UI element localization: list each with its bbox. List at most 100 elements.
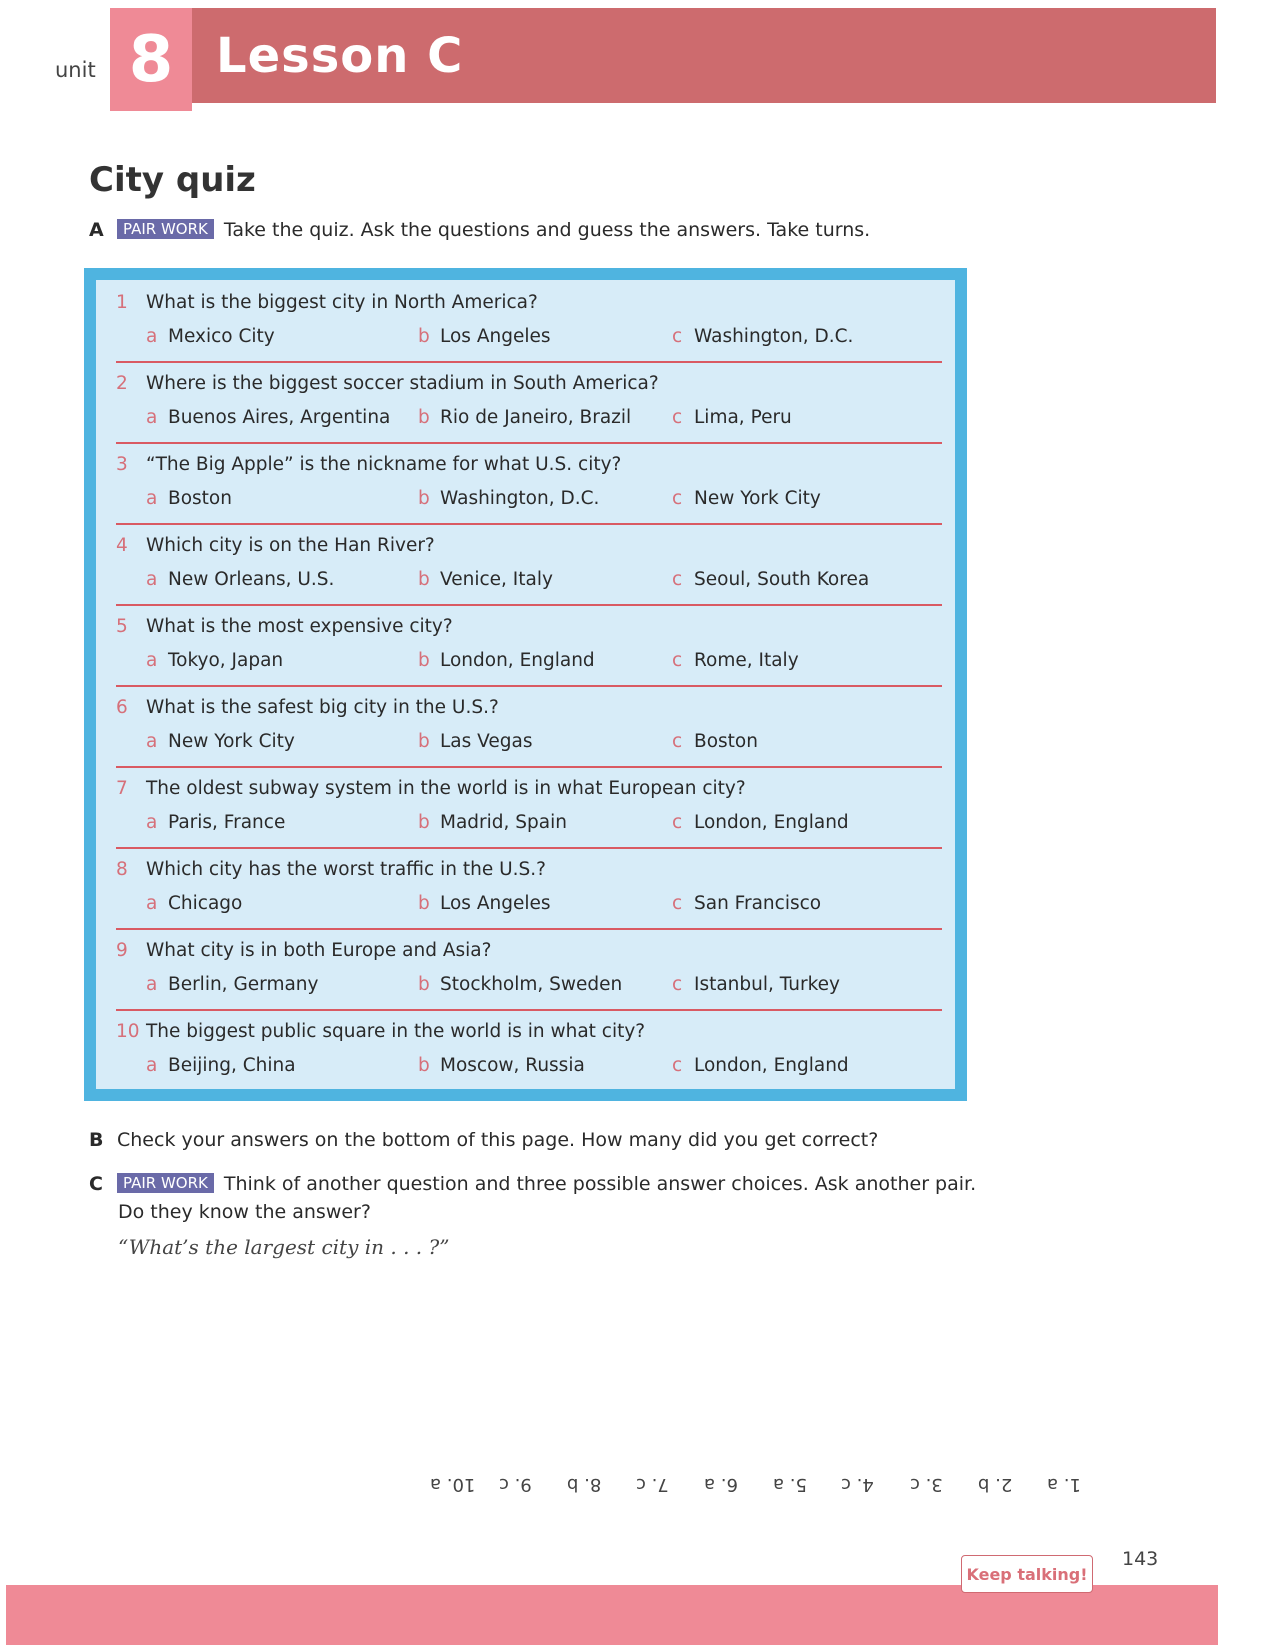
option-letter: b	[418, 326, 430, 347]
question-text: Where is the biggest soccer stadium in S…	[146, 373, 659, 394]
option-text: Venice, Italy	[440, 569, 553, 590]
answer-option-c: c Lima, Peru	[672, 407, 792, 428]
option-letter: b	[418, 893, 430, 914]
option-letter: a	[146, 650, 158, 671]
answer-option-a: a Buenos Aires, Argentina	[146, 407, 390, 428]
option-letter: c	[672, 974, 683, 995]
option-letter: c	[672, 893, 683, 914]
question-line: 4 Which city is on the Han River?	[116, 535, 435, 556]
instruction-c-line2: Do they know the answer?	[118, 1201, 371, 1223]
answer-option-a: a Berlin, Germany	[146, 974, 318, 995]
question-number: 1	[116, 292, 128, 313]
answer-option-b: b Moscow, Russia	[418, 1055, 585, 1076]
option-text: Paris, France	[168, 812, 286, 833]
question-text: The oldest subway system in the world is…	[146, 778, 746, 799]
question-number: 9	[116, 940, 128, 961]
answer-option-a: a Mexico City	[146, 326, 275, 347]
option-text: Seoul, South Korea	[694, 569, 870, 590]
option-letter: a	[146, 488, 158, 509]
option-text: Istanbul, Turkey	[694, 974, 840, 995]
instruction-a: A PAIR WORK Take the quiz. Ask the questio…	[89, 216, 870, 244]
question-number: 10	[116, 1021, 140, 1042]
answer-option-b: b Rio de Janeiro, Brazil	[418, 407, 631, 428]
quiz-question: 9 What city is in both Europe and Asia? a B…	[116, 930, 942, 1011]
instruction-c: C PAIR WORK Think of another question and …	[89, 1170, 976, 1198]
instruction-text: Take the quiz. Ask the questions and gue…	[223, 219, 871, 241]
question-line: 7 The oldest subway system in the world i…	[116, 778, 746, 799]
pair-work-badge: PAIR WORK	[117, 219, 214, 239]
quiz-question: 10 The biggest public square in the world…	[116, 1011, 942, 1092]
answer-option-b: b London, England	[418, 650, 595, 671]
option-letter: c	[672, 569, 683, 590]
option-text: New York City	[168, 731, 295, 752]
option-text: New Orleans, U.S.	[168, 569, 335, 590]
option-letter: b	[418, 650, 430, 671]
keep-talking-button[interactable]: Keep talking!	[961, 1555, 1093, 1593]
option-letter: b	[418, 1055, 430, 1076]
option-letter: a	[146, 731, 158, 752]
quiz-question: 8 Which city has the worst traffic in the…	[116, 849, 942, 930]
quiz-question: 4 Which city is on the Han River? a New Orl…	[116, 525, 942, 606]
option-letter: a	[146, 812, 158, 833]
option-text: London, England	[694, 1055, 849, 1076]
option-text: Mexico City	[168, 326, 275, 347]
option-letter: a	[146, 407, 158, 428]
quiz-question: 3 “The Big Apple” is the nickname for wha…	[116, 444, 942, 525]
answer-key-item: 5. a	[772, 1474, 807, 1495]
answer-option-b: b Los Angeles	[418, 893, 551, 914]
option-text: Beijing, China	[168, 1055, 296, 1076]
option-letter: b	[418, 407, 430, 428]
option-text: Madrid, Spain	[440, 812, 567, 833]
answer-option-c: c Seoul, South Korea	[672, 569, 869, 590]
option-letter: b	[418, 812, 430, 833]
question-number: 7	[116, 778, 128, 799]
answer-key-item: 1. a	[1046, 1474, 1081, 1495]
instruction-letter: A	[89, 219, 104, 241]
question-number: 2	[116, 373, 128, 394]
option-text: Chicago	[168, 893, 243, 914]
answer-option-b: b Los Angeles	[418, 326, 551, 347]
question-number: 5	[116, 616, 128, 637]
answer-option-c: c London, England	[672, 1055, 849, 1076]
option-text: Las Vegas	[440, 731, 533, 752]
instruction-text: Think of another question and three poss…	[223, 1173, 977, 1195]
question-text: Which city has the worst traffic in the …	[146, 859, 546, 880]
answer-key-item: 3. c	[909, 1474, 943, 1495]
option-text: Los Angeles	[440, 893, 551, 914]
answer-option-c: c New York City	[672, 488, 821, 509]
answer-option-b: b Venice, Italy	[418, 569, 553, 590]
answer-option-c: c Boston	[672, 731, 758, 752]
answer-key-item: 6. a	[704, 1474, 738, 1495]
option-letter: b	[418, 974, 430, 995]
option-letter: c	[672, 1055, 683, 1076]
answer-key-item: 7. c	[635, 1474, 669, 1495]
page-number: 143	[1122, 1548, 1159, 1570]
question-line: 5 What is the most expensive city?	[116, 616, 453, 637]
option-letter: c	[672, 812, 683, 833]
answer-option-a: a New York City	[146, 731, 295, 752]
option-text: Los Angeles	[440, 326, 551, 347]
answer-option-c: c Rome, Italy	[672, 650, 799, 671]
question-text: What is the safest big city in the U.S.?	[146, 697, 499, 718]
question-line: 2 Where is the biggest soccer stadium in …	[116, 373, 659, 394]
question-line: 8 Which city has the worst traffic in the…	[116, 859, 546, 880]
example-question: “What’s the largest city in . . . ?”	[118, 1235, 450, 1259]
instruction-b: B Check your answers on the bottom of thi…	[89, 1126, 878, 1154]
unit-label: unit	[55, 58, 96, 82]
question-number: 8	[116, 859, 128, 880]
answer-key-item: 8. b	[567, 1474, 602, 1495]
question-number: 4	[116, 535, 128, 556]
question-number: 6	[116, 697, 128, 718]
question-text: The biggest public square in the world i…	[146, 1021, 646, 1042]
question-text: What is the most expensive city?	[146, 616, 453, 637]
pair-work-badge: PAIR WORK	[117, 1173, 214, 1193]
answer-key-item: 10. a	[430, 1474, 476, 1495]
quiz-question: 5 What is the most expensive city? a Tokyo,…	[116, 606, 942, 687]
unit-number: 8	[110, 8, 192, 111]
question-line: 3 “The Big Apple” is the nickname for wha…	[116, 454, 621, 475]
answer-option-a: a Beijing, China	[146, 1055, 296, 1076]
answer-key-item: 2. b	[978, 1474, 1013, 1495]
option-letter: c	[672, 488, 683, 509]
option-text: Stockholm, Sweden	[440, 974, 623, 995]
option-letter: c	[672, 326, 683, 347]
